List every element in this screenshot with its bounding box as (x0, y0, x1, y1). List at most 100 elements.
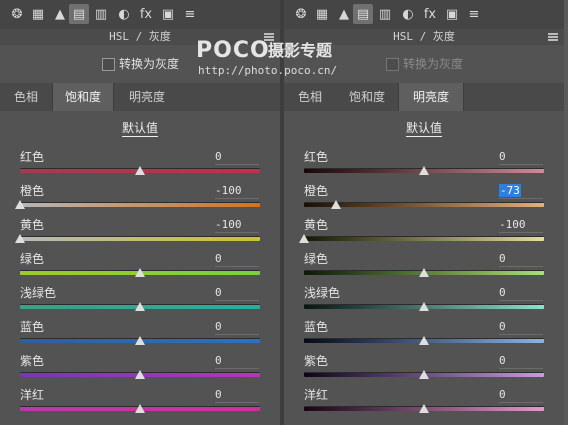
panel-title: HSL / 灰度 (109, 30, 171, 43)
slider-thumb-green[interactable] (419, 268, 429, 277)
slider-thumb-yellow[interactable] (299, 234, 309, 243)
panel-menu-icon[interactable] (548, 33, 558, 41)
fx-icon[interactable]: fx (136, 4, 156, 24)
tab-saturation[interactable]: 饱和度 (52, 83, 114, 111)
hsl-tabs: 色相 饱和度 明亮度 (284, 83, 564, 111)
slider-label-magenta: 洋红 (304, 388, 329, 402)
slider-thumb-green[interactable] (135, 268, 145, 277)
slider-label-yellow: 黄色 (304, 218, 329, 232)
tab-hue[interactable]: 色相 (0, 83, 52, 111)
slider-value-aqua[interactable]: 0 (215, 286, 259, 301)
slider-label-aqua: 浅绿色 (304, 286, 341, 300)
slider-value-text: -100 (215, 218, 242, 231)
camera-icon[interactable]: ▣ (158, 4, 178, 24)
slider-value-orange[interactable]: -73 (499, 184, 543, 199)
slider-value-text: 0 (499, 252, 506, 265)
default-button[interactable]: 默认值 (405, 121, 442, 137)
watermark-url: http://photo.poco.cn/ (198, 64, 338, 77)
split-tone-icon[interactable]: ▥ (91, 4, 111, 24)
slider-value-magenta[interactable]: 0 (215, 388, 259, 403)
lens-icon[interactable]: ◐ (114, 4, 134, 24)
grid-icon[interactable]: ▦ (28, 4, 48, 24)
slider-track-yellow[interactable] (304, 236, 544, 241)
slider-value-yellow[interactable]: -100 (215, 218, 259, 233)
grayscale-label: 转换为灰度 (119, 57, 180, 71)
slider-value-text: 0 (215, 388, 222, 401)
hsl-icon[interactable]: ▤ (69, 4, 89, 24)
mountain-icon[interactable]: ▲ (50, 4, 70, 24)
slider-thumb-orange[interactable] (331, 200, 342, 209)
tab-luminance[interactable]: 明亮度 (114, 83, 180, 111)
sliders-icon[interactable]: ≡ (180, 4, 200, 24)
mountain-icon[interactable]: ▲ (334, 4, 354, 24)
hsl-icon[interactable]: ▤ (353, 4, 373, 24)
slider-track-orange[interactable] (20, 202, 260, 207)
slider-value-text: 0 (215, 252, 222, 265)
slider-thumb-aqua[interactable] (419, 302, 429, 311)
tab-luminance[interactable]: 明亮度 (398, 83, 464, 111)
slider-label-purple: 紫色 (20, 354, 45, 368)
slider-track-yellow[interactable] (20, 236, 260, 241)
slider-value-red[interactable]: 0 (499, 150, 543, 165)
slider-value-text: 0 (215, 150, 222, 163)
slider-label-red: 红色 (304, 150, 329, 164)
slider-thumb-purple[interactable] (419, 370, 429, 379)
tab-hue[interactable]: 色相 (284, 83, 336, 111)
slider-value-green[interactable]: 0 (215, 252, 259, 267)
slider-value-text: -100 (499, 218, 526, 231)
aperture-icon[interactable]: ❂ (291, 4, 311, 24)
slider-value-blue[interactable]: 0 (215, 320, 259, 335)
slider-label-blue: 蓝色 (304, 320, 329, 334)
grid-icon[interactable]: ▦ (312, 4, 332, 24)
panel-title: HSL / 灰度 (393, 30, 455, 43)
slider-thumb-magenta[interactable] (419, 404, 429, 413)
grayscale-checkbox (386, 58, 399, 71)
panel-toolbar: ❂ ▦ ▲ ▤ ▥ ◐ fx ▣ ≡ (284, 0, 564, 30)
grayscale-label: 转换为灰度 (403, 57, 464, 71)
slider-value-aqua[interactable]: 0 (499, 286, 543, 301)
slider-label-magenta: 洋红 (20, 388, 45, 402)
default-row: 默认值 (284, 120, 564, 137)
slider-value-orange[interactable]: -100 (215, 184, 259, 199)
tab-saturation[interactable]: 饱和度 (336, 83, 398, 111)
slider-value-purple[interactable]: 0 (215, 354, 259, 369)
camera-icon[interactable]: ▣ (442, 4, 462, 24)
slider-value-text: 0 (499, 388, 506, 401)
slider-thumb-red[interactable] (419, 166, 429, 175)
slider-thumb-yellow[interactable] (15, 234, 25, 243)
fx-icon[interactable]: fx (420, 4, 440, 24)
slider-value-magenta[interactable]: 0 (499, 388, 543, 403)
slider-value-text: 0 (499, 150, 506, 163)
slider-value-yellow[interactable]: -100 (499, 218, 543, 233)
slider-thumb-purple[interactable] (135, 370, 145, 379)
slider-thumb-magenta[interactable] (135, 404, 145, 413)
slider-value-text: -100 (215, 184, 242, 197)
slider-label-orange: 橙色 (20, 184, 45, 198)
slider-label-purple: 紫色 (304, 354, 329, 368)
hsl-tabs: 色相 饱和度 明亮度 (0, 83, 280, 111)
slider-thumb-blue[interactable] (419, 336, 429, 345)
slider-thumb-blue[interactable] (135, 336, 145, 345)
slider-value-text: 0 (499, 286, 506, 299)
slider-thumb-red[interactable] (135, 166, 145, 175)
lens-icon[interactable]: ◐ (398, 4, 418, 24)
slider-label-yellow: 黄色 (20, 218, 45, 232)
slider-value-purple[interactable]: 0 (499, 354, 543, 369)
slider-value-text: 0 (499, 354, 506, 367)
slider-thumb-orange[interactable] (15, 200, 25, 209)
slider-thumb-aqua[interactable] (135, 302, 145, 311)
slider-value-red[interactable]: 0 (215, 150, 259, 165)
default-button[interactable]: 默认值 (121, 121, 158, 137)
default-row: 默认值 (0, 120, 280, 137)
slider-label-green: 绿色 (304, 252, 329, 266)
panel-toolbar: ❂ ▦ ▲ ▤ ▥ ◐ fx ▣ ≡ (0, 0, 280, 30)
slider-value-green[interactable]: 0 (499, 252, 543, 267)
watermark-title: 摄影专题 (268, 41, 333, 60)
slider-label-aqua: 浅绿色 (20, 286, 57, 300)
grayscale-checkbox[interactable] (102, 58, 115, 71)
sliders-icon[interactable]: ≡ (464, 4, 484, 24)
slider-value-text: 0 (215, 354, 222, 367)
aperture-icon[interactable]: ❂ (7, 4, 27, 24)
split-tone-icon[interactable]: ▥ (375, 4, 395, 24)
slider-value-blue[interactable]: 0 (499, 320, 543, 335)
